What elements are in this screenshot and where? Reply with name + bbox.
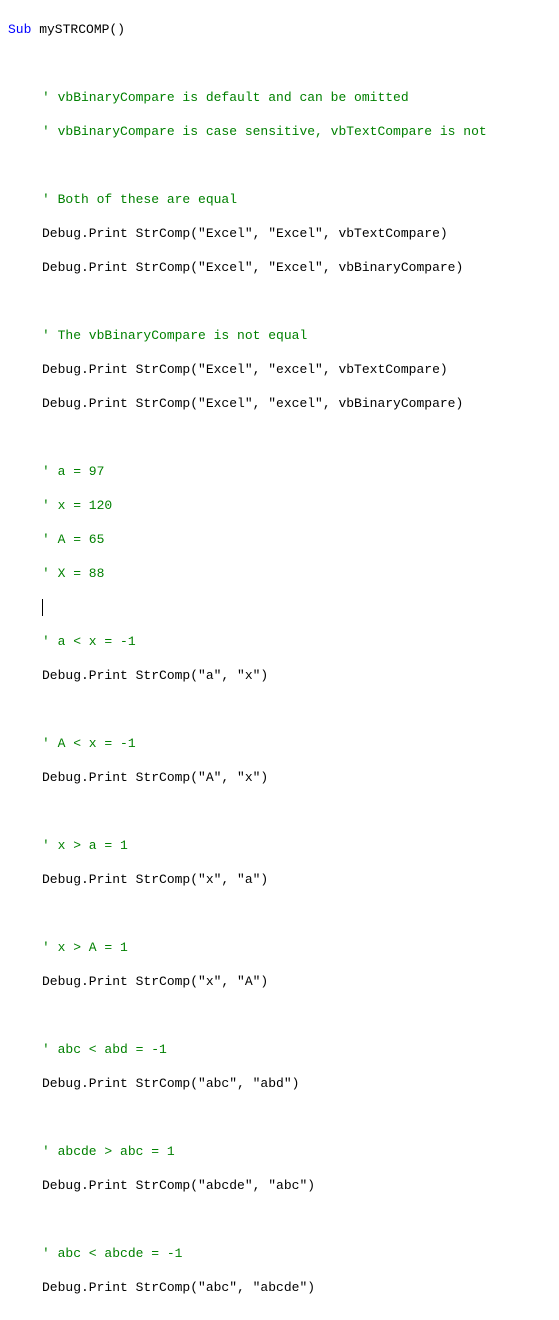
comment-line: ' a < x = -1 (8, 633, 551, 650)
comment-line: ' x > a = 1 (8, 837, 551, 854)
code-line: Debug.Print StrComp("a", "x") (8, 667, 551, 684)
comment-line: ' x = 120 (8, 497, 551, 514)
code-line: Sub mySTRCOMP() (8, 21, 551, 38)
comment-line: ' X = 88 (8, 565, 551, 582)
vba-code-editor[interactable]: Sub mySTRCOMP() ' vbBinaryCompare is def… (0, 0, 559, 1320)
blank-line (8, 803, 551, 820)
comment-line: ' vbBinaryCompare is case sensitive, vbT… (8, 123, 551, 140)
keyword-sub: Sub (8, 22, 31, 37)
code-line: Debug.Print StrComp("abcde", "abc") (8, 1177, 551, 1194)
code-line: Debug.Print StrComp("Excel", "excel", vb… (8, 361, 551, 378)
blank-line (8, 55, 551, 72)
comment-line: ' The vbBinaryCompare is not equal (8, 327, 551, 344)
blank-line (8, 1313, 551, 1320)
code-line: Debug.Print StrComp("A", "x") (8, 769, 551, 786)
blank-line (8, 1109, 551, 1126)
blank-line (8, 1007, 551, 1024)
blank-line (8, 701, 551, 718)
sub-name: mySTRCOMP() (31, 22, 125, 37)
comment-line: ' x > A = 1 (8, 939, 551, 956)
code-line: Debug.Print StrComp("abc", "abd") (8, 1075, 551, 1092)
comment-line: ' a = 97 (8, 463, 551, 480)
comment-line: ' vbBinaryCompare is default and can be … (8, 89, 551, 106)
code-line: Debug.Print StrComp("Excel", "excel", vb… (8, 395, 551, 412)
comment-line: ' A = 65 (8, 531, 551, 548)
code-line: Debug.Print StrComp("abc", "abcde") (8, 1279, 551, 1296)
code-line: Debug.Print StrComp("Excel", "Excel", vb… (8, 225, 551, 242)
comment-line: ' abc < abd = -1 (8, 1041, 551, 1058)
comment-line: ' abcde > abc = 1 (8, 1143, 551, 1160)
blank-line (8, 429, 551, 446)
code-line: Debug.Print StrComp("x", "A") (8, 973, 551, 990)
comment-line: ' A < x = -1 (8, 735, 551, 752)
text-cursor (42, 599, 551, 616)
code-line: Debug.Print StrComp("Excel", "Excel", vb… (8, 259, 551, 276)
blank-line (8, 157, 551, 174)
code-line: Debug.Print StrComp("x", "a") (8, 871, 551, 888)
blank-line (8, 905, 551, 922)
blank-line (8, 1211, 551, 1228)
comment-line: ' abc < abcde = -1 (8, 1245, 551, 1262)
comment-line: ' Both of these are equal (8, 191, 551, 208)
blank-line (8, 293, 551, 310)
